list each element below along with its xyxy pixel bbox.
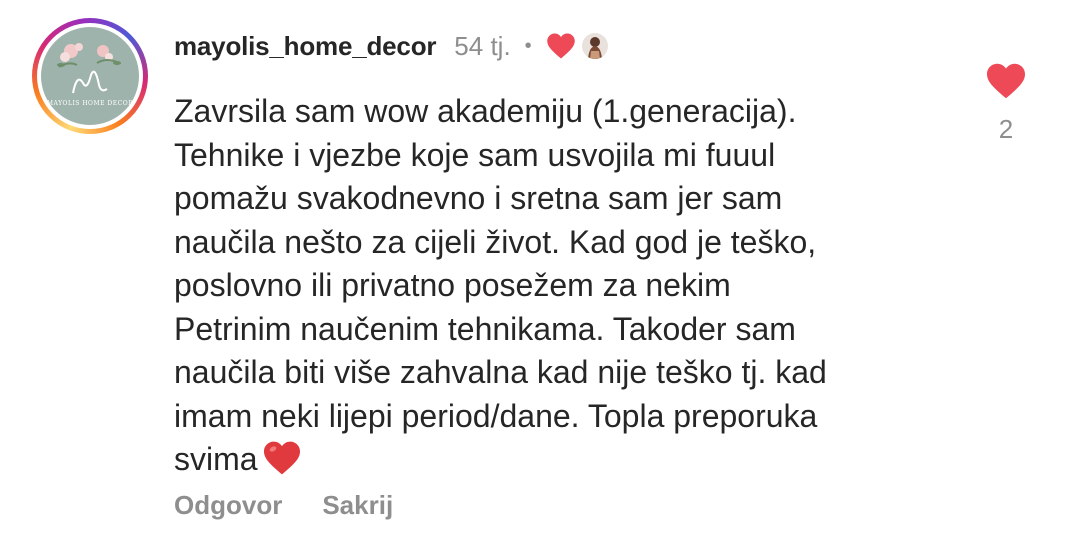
avatar-story-ring[interactable]: MAYOLIS HOME DECOR — [32, 18, 148, 134]
like-control: 2 — [984, 62, 1028, 145]
separator-dot: • — [524, 34, 532, 57]
comment-actions: Odgovor Sakrij — [174, 490, 393, 521]
comment-header: mayolis_home_decor 54 tj. • — [174, 26, 608, 66]
timestamp: 54 tj. — [454, 30, 511, 61]
red-heart-emoji-icon — [262, 440, 302, 476]
avatar-gap: MAYOLIS HOME DECOR — [37, 23, 143, 129]
comment-text: Zavrsila sam wow akademiju (1.generacija… — [174, 90, 954, 482]
like-count[interactable]: 2 — [984, 114, 1028, 145]
avatar-caption: MAYOLIS HOME DECOR — [46, 100, 134, 107]
reply-button[interactable]: Odgovor — [174, 490, 282, 521]
hide-button[interactable]: Sakrij — [322, 490, 393, 521]
avatar[interactable]: MAYOLIS HOME DECOR — [41, 27, 139, 125]
creator-avatar — [581, 33, 608, 59]
username-link[interactable]: mayolis_home_decor — [174, 31, 436, 62]
avatar-logo-icon — [57, 43, 121, 94]
creator-heart-icon — [546, 32, 576, 60]
comment-body: Zavrsila sam wow akademiju (1.generacija… — [174, 93, 827, 477]
heart-icon[interactable] — [985, 62, 1027, 100]
